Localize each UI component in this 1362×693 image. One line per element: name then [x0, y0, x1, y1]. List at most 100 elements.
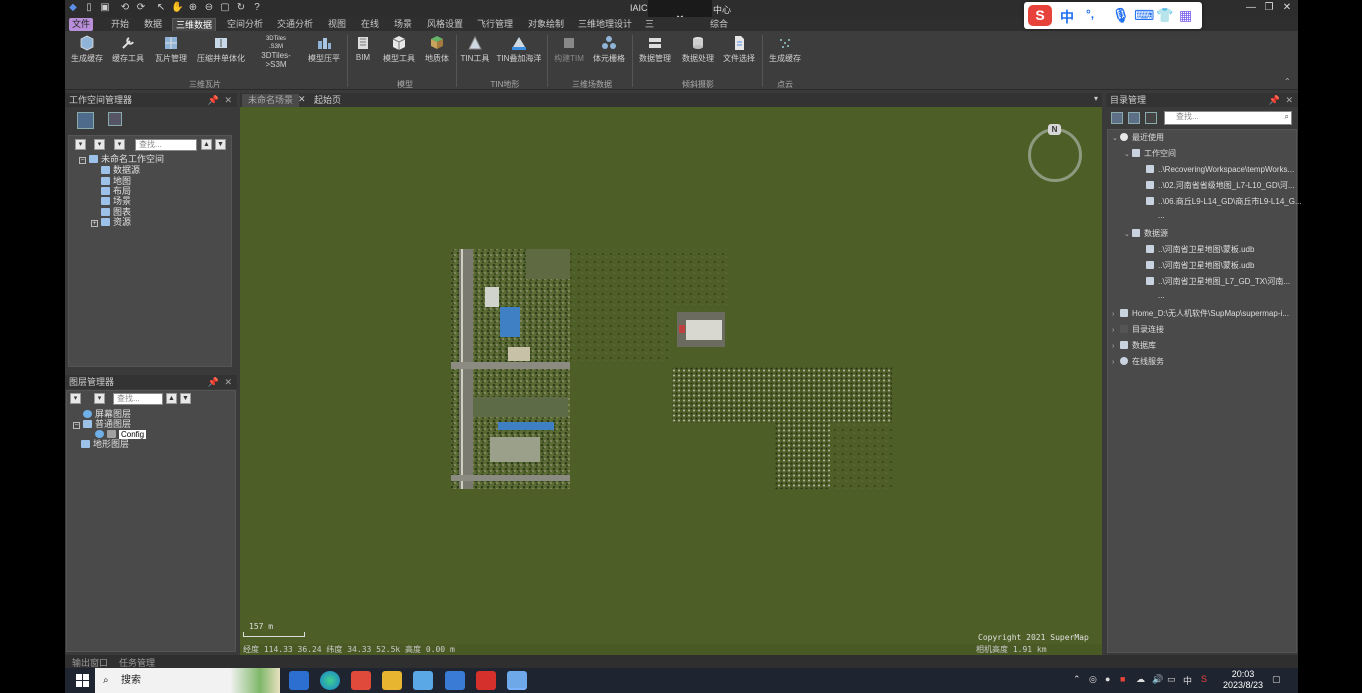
- menu-spatial-analysis[interactable]: 空间分析: [224, 18, 266, 31]
- close-icon[interactable]: ✕: [224, 375, 232, 389]
- file-select-button[interactable]: 文件选择: [720, 35, 758, 75]
- search-up-icon[interactable]: ▲: [201, 139, 212, 150]
- model-flatten-button[interactable]: 模型压平: [305, 35, 343, 75]
- wps-office-icon[interactable]: [476, 671, 496, 690]
- select-icon[interactable]: ↖: [155, 2, 167, 14]
- redo-icon[interactable]: ⟳: [135, 2, 147, 14]
- tree-tool-icon[interactable]: ▾: [75, 139, 86, 150]
- app-blue-icon[interactable]: [413, 671, 433, 690]
- microphone-icon[interactable]: 🎙: [1112, 7, 1130, 24]
- expand-icon[interactable]: ›: [1112, 309, 1120, 321]
- keyboard-icon[interactable]: ⌨: [1134, 7, 1154, 24]
- catalog-datasource-group[interactable]: ⌄ 数据源: [1124, 228, 1168, 240]
- layer-terrain[interactable]: 地形图层: [81, 439, 129, 450]
- catalog-online-service[interactable]: › 在线服务: [1112, 356, 1164, 368]
- data-management-button[interactable]: 数据管理: [636, 35, 674, 75]
- menu-online[interactable]: 在线: [358, 18, 382, 31]
- menu-start[interactable]: 开始: [108, 18, 132, 31]
- collapse-icon[interactable]: ⌄: [1112, 133, 1120, 145]
- data-processing-button[interactable]: 数据处理: [679, 35, 717, 75]
- supermap-app-icon[interactable]: [507, 671, 527, 690]
- recent-workspace-item[interactable]: ..\02.河南省省级地图_L7-L10_GD\河...: [1146, 180, 1295, 192]
- tree-tool-icon[interactable]: ▾: [114, 139, 125, 150]
- workspace-search-input[interactable]: 查找...: [135, 139, 197, 151]
- pin-icon[interactable]: 📌: [208, 93, 219, 107]
- catalog-home[interactable]: › Home_D:\无人机软件\SupMap\supermap-i...: [1112, 308, 1289, 320]
- help-icon[interactable]: ?: [251, 2, 263, 14]
- visible-eye-icon[interactable]: [95, 430, 104, 438]
- taskbar-clock[interactable]: 20:03 2023/8/23: [1220, 669, 1266, 691]
- catalog-directory-connection[interactable]: › 目录连接: [1112, 324, 1164, 336]
- collapse-icon[interactable]: ⌄: [1124, 149, 1132, 161]
- workspace-tab-icon[interactable]: [77, 112, 94, 129]
- ime-mode-toggle[interactable]: 中: [1060, 7, 1074, 27]
- refresh-catalog-icon[interactable]: [1145, 112, 1157, 124]
- search-down-icon[interactable]: ▼: [215, 139, 226, 150]
- model-tools-button[interactable]: 模型工具: [380, 35, 418, 75]
- recent-datasource-item[interactable]: ..\河南省卫星地图\蒙板.udb: [1146, 260, 1254, 272]
- generate-cache-button[interactable]: 生成缓存: [68, 35, 106, 75]
- resources-tab-icon[interactable]: [108, 112, 122, 126]
- app-document-icon[interactable]: [445, 671, 465, 690]
- tin-overlay-ocean-button[interactable]: TIN叠加海洋: [495, 35, 543, 75]
- recent-datasource-item[interactable]: ..\河南省卫星地图\蒙板.udb: [1146, 244, 1254, 256]
- save-icon[interactable]: ▣: [99, 2, 111, 14]
- tab-dropdown-icon[interactable]: ▾: [1094, 94, 1098, 103]
- build-tim-button[interactable]: 构建TIM: [552, 35, 586, 75]
- pan-icon[interactable]: ✋: [171, 2, 183, 14]
- collapse-icon[interactable]: ⌄: [1124, 229, 1132, 241]
- menu-view[interactable]: 视图: [325, 18, 349, 31]
- menu-draw-object[interactable]: 对象绘制: [525, 18, 567, 31]
- search-icon[interactable]: ⌕: [1285, 112, 1289, 122]
- zoom-in-icon[interactable]: ⊕: [187, 2, 199, 14]
- close-icon[interactable]: ✕: [1279, 2, 1295, 14]
- tray-app-icon[interactable]: ●: [1105, 674, 1110, 684]
- tray-input-icon[interactable]: S: [1201, 674, 1207, 684]
- tree-datasource[interactable]: 数据源: [101, 165, 140, 176]
- scene-view[interactable]: N 157 m Copyright 2021 SuperMap: [240, 107, 1102, 655]
- remove-catalog-icon[interactable]: [1128, 112, 1140, 124]
- compass-ring[interactable]: [1028, 128, 1082, 182]
- close-tab-icon[interactable]: ✕: [298, 94, 306, 105]
- 3dtiles-to-s3m-button[interactable]: 3DTiles .S3M 3DTiles->S3M: [252, 35, 300, 75]
- file-explorer-icon[interactable]: [382, 671, 402, 690]
- add-catalog-icon[interactable]: [1111, 112, 1123, 124]
- windows-start-icon[interactable]: [76, 674, 89, 687]
- menu-3d-data[interactable]: 三维数据: [172, 18, 217, 31]
- search-up-icon[interactable]: ▲: [166, 393, 177, 404]
- collapse-icon[interactable]: −: [73, 422, 80, 429]
- pointcloud-generate-cache-button[interactable]: 生成缓存: [766, 35, 804, 75]
- collapse-icon[interactable]: −: [79, 157, 86, 164]
- menu-traffic-analysis[interactable]: 交通分析: [274, 18, 316, 31]
- skin-shirt-icon[interactable]: 👕: [1156, 7, 1173, 24]
- catalog-workspace-group[interactable]: ⌄ 工作空间: [1124, 148, 1176, 160]
- app-red-icon[interactable]: [351, 671, 371, 690]
- feishu-app-icon[interactable]: [289, 671, 309, 690]
- expand-icon[interactable]: ›: [1112, 325, 1120, 337]
- geology-body-button[interactable]: 地质体: [422, 35, 452, 75]
- toolbox-grid-icon[interactable]: ▦: [1179, 7, 1192, 24]
- layer-tool-icon[interactable]: ▾: [94, 393, 105, 404]
- tray-network-icon[interactable]: ◎: [1089, 674, 1097, 685]
- expand-icon[interactable]: +: [91, 220, 98, 227]
- edge-browser-icon[interactable]: [320, 671, 340, 690]
- more-workspaces[interactable]: ...: [1158, 210, 1165, 222]
- restore-icon[interactable]: ❐: [1261, 2, 1277, 14]
- tree-scene[interactable]: 场景: [101, 196, 131, 207]
- minimize-icon[interactable]: —: [1243, 2, 1259, 14]
- tray-chevron-icon[interactable]: ⌃: [1073, 674, 1081, 685]
- close-icon[interactable]: ✕: [224, 93, 232, 107]
- visible-eye-icon[interactable]: [83, 410, 92, 418]
- tray-volume-icon[interactable]: 🔊: [1152, 674, 1163, 685]
- recent-workspace-item[interactable]: ..\06.商丘L9-L14_GD\商丘市L9-L14_G...: [1146, 196, 1302, 208]
- menu-general[interactable]: 综合: [707, 18, 731, 31]
- menu-3d-geodesign[interactable]: 三维地理设计: [575, 18, 635, 31]
- more-datasources[interactable]: ...: [1158, 290, 1165, 302]
- zoom-out-icon[interactable]: ⊖: [203, 2, 215, 14]
- sogou-logo-icon[interactable]: S: [1028, 5, 1052, 26]
- close-icon[interactable]: ✕: [1285, 93, 1293, 107]
- taskbar-search-box[interactable]: ⌕ 搜索: [95, 668, 280, 693]
- tab-start-page[interactable]: 起始页: [308, 94, 347, 107]
- tray-language[interactable]: 中: [1183, 674, 1192, 687]
- undo-icon[interactable]: ⟲: [119, 2, 131, 14]
